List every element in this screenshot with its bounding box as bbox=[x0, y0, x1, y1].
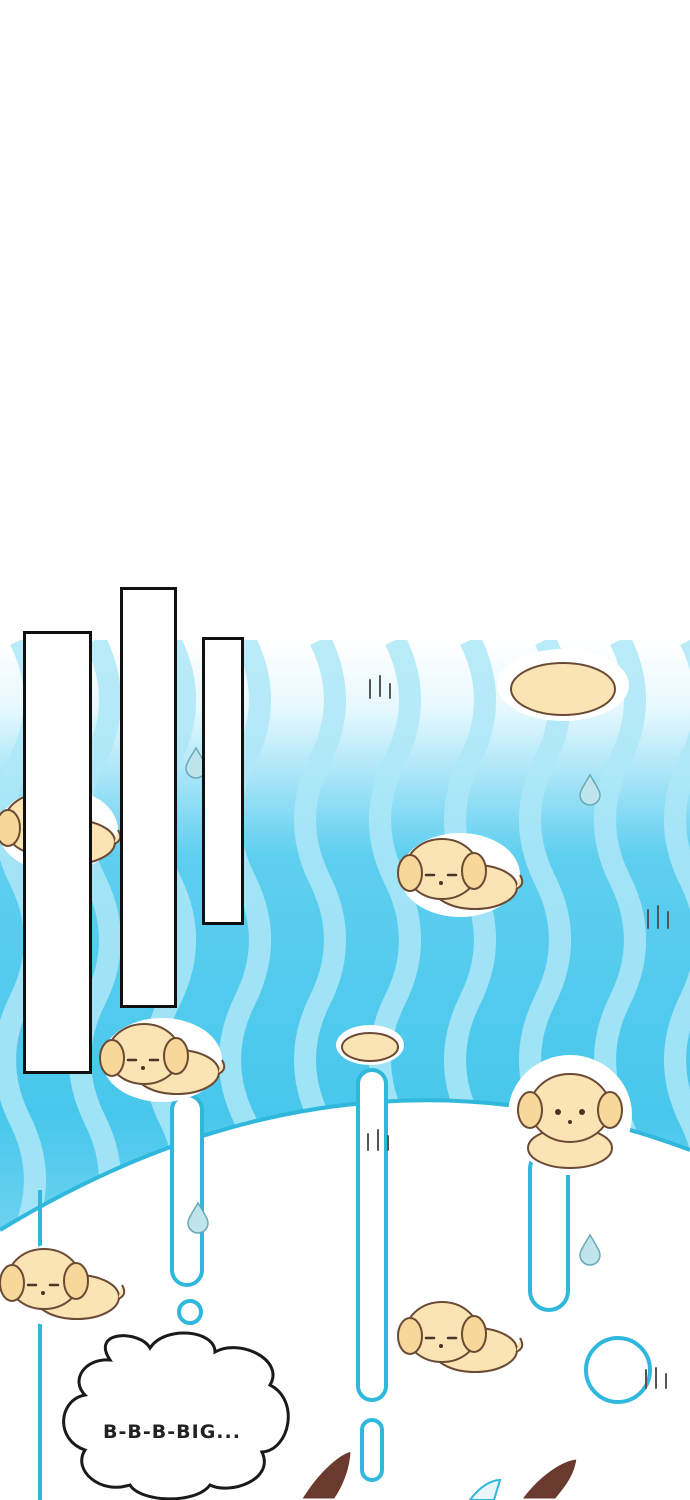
caption-box bbox=[120, 587, 177, 1008]
comic-scene: B-B-B-BIG... bbox=[0, 640, 690, 1500]
caption-box bbox=[202, 637, 244, 925]
speech-bubble-text: B-B-B-BIG... bbox=[103, 1421, 241, 1443]
caption-box bbox=[23, 631, 92, 1074]
